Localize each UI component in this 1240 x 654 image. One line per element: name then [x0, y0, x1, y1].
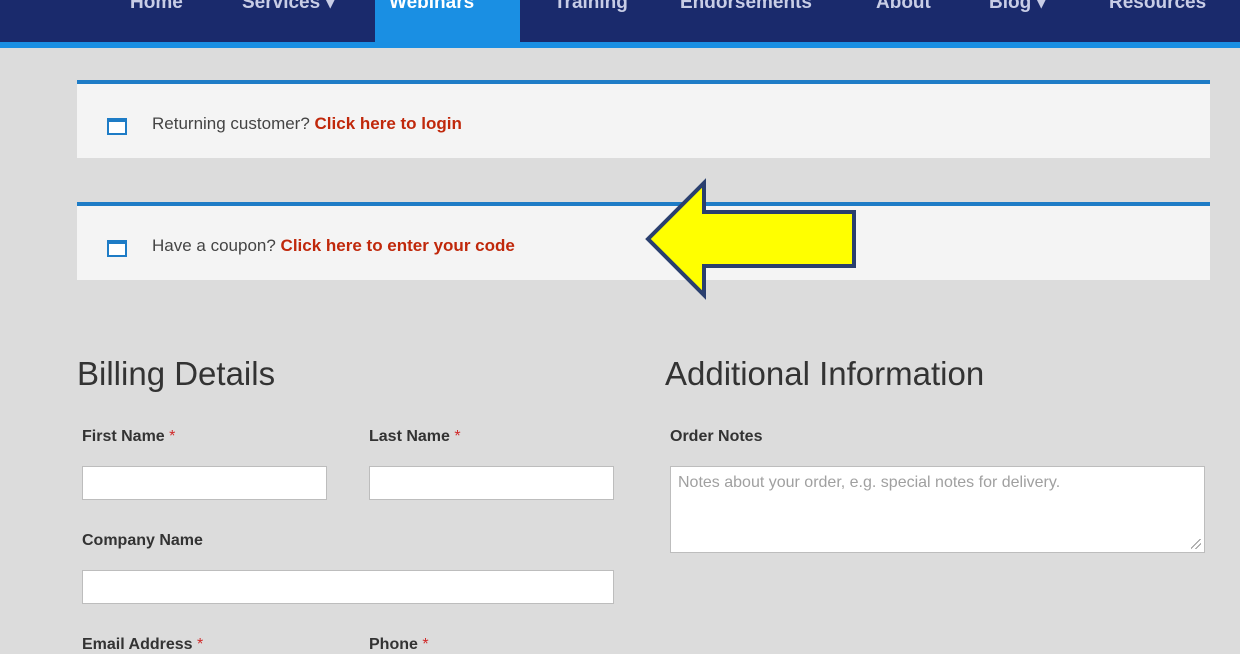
coupon-notice-text: Have a coupon?: [152, 236, 281, 255]
login-notice-message: Returning customer? Click here to login: [152, 114, 462, 134]
login-notice: Returning customer? Click here to login: [77, 80, 1210, 158]
additional-info-title: Additional Information: [665, 355, 985, 392]
login-notice-text: Returning customer?: [152, 114, 315, 133]
first-name-label: First Name *: [82, 428, 176, 445]
required-mark: *: [169, 428, 176, 445]
last-name-label: Last Name *: [369, 428, 461, 445]
nav-item-webinars[interactable]: Webinars: [375, 0, 520, 42]
coupon-notice-message: Have a coupon? Click here to enter your …: [152, 236, 515, 256]
company-name-label: Company Name: [82, 532, 203, 549]
yellow-arrow-icon: [645, 178, 856, 300]
nav-item-endorsements[interactable]: Endorsements: [666, 0, 826, 42]
order-notes-label: Order Notes: [670, 428, 763, 445]
nav-item-home[interactable]: Home: [116, 0, 197, 42]
required-mark: *: [197, 636, 204, 653]
nav-item-resources[interactable]: Resources: [1095, 0, 1220, 42]
nav-item-services[interactable]: Services ▾: [228, 0, 349, 42]
nav-item-about[interactable]: About: [862, 0, 945, 42]
window-icon: [107, 118, 127, 135]
order-notes-placeholder: Notes about your order, e.g. special not…: [678, 474, 1061, 491]
main-nav: Home Services ▾ Webinars Training Endors…: [0, 0, 1240, 42]
login-link[interactable]: Click here to login: [315, 114, 462, 133]
window-icon: [107, 240, 127, 257]
nav-item-blog[interactable]: Blog ▾: [975, 0, 1060, 42]
billing-details-title: Billing Details: [77, 355, 276, 392]
required-mark: *: [454, 428, 461, 445]
required-mark: *: [422, 636, 429, 653]
resize-handle-icon[interactable]: [1191, 539, 1201, 549]
email-label: Email Address *: [82, 636, 204, 653]
nav-accent-bar: [0, 42, 1240, 48]
nav-item-training[interactable]: Training: [540, 0, 642, 42]
company-name-field[interactable]: [82, 570, 614, 604]
first-name-field[interactable]: [82, 466, 327, 500]
last-name-field[interactable]: [369, 466, 614, 500]
phone-label: Phone *: [369, 636, 429, 653]
coupon-link[interactable]: Click here to enter your code: [281, 236, 515, 255]
order-notes-field[interactable]: Notes about your order, e.g. special not…: [670, 466, 1205, 553]
